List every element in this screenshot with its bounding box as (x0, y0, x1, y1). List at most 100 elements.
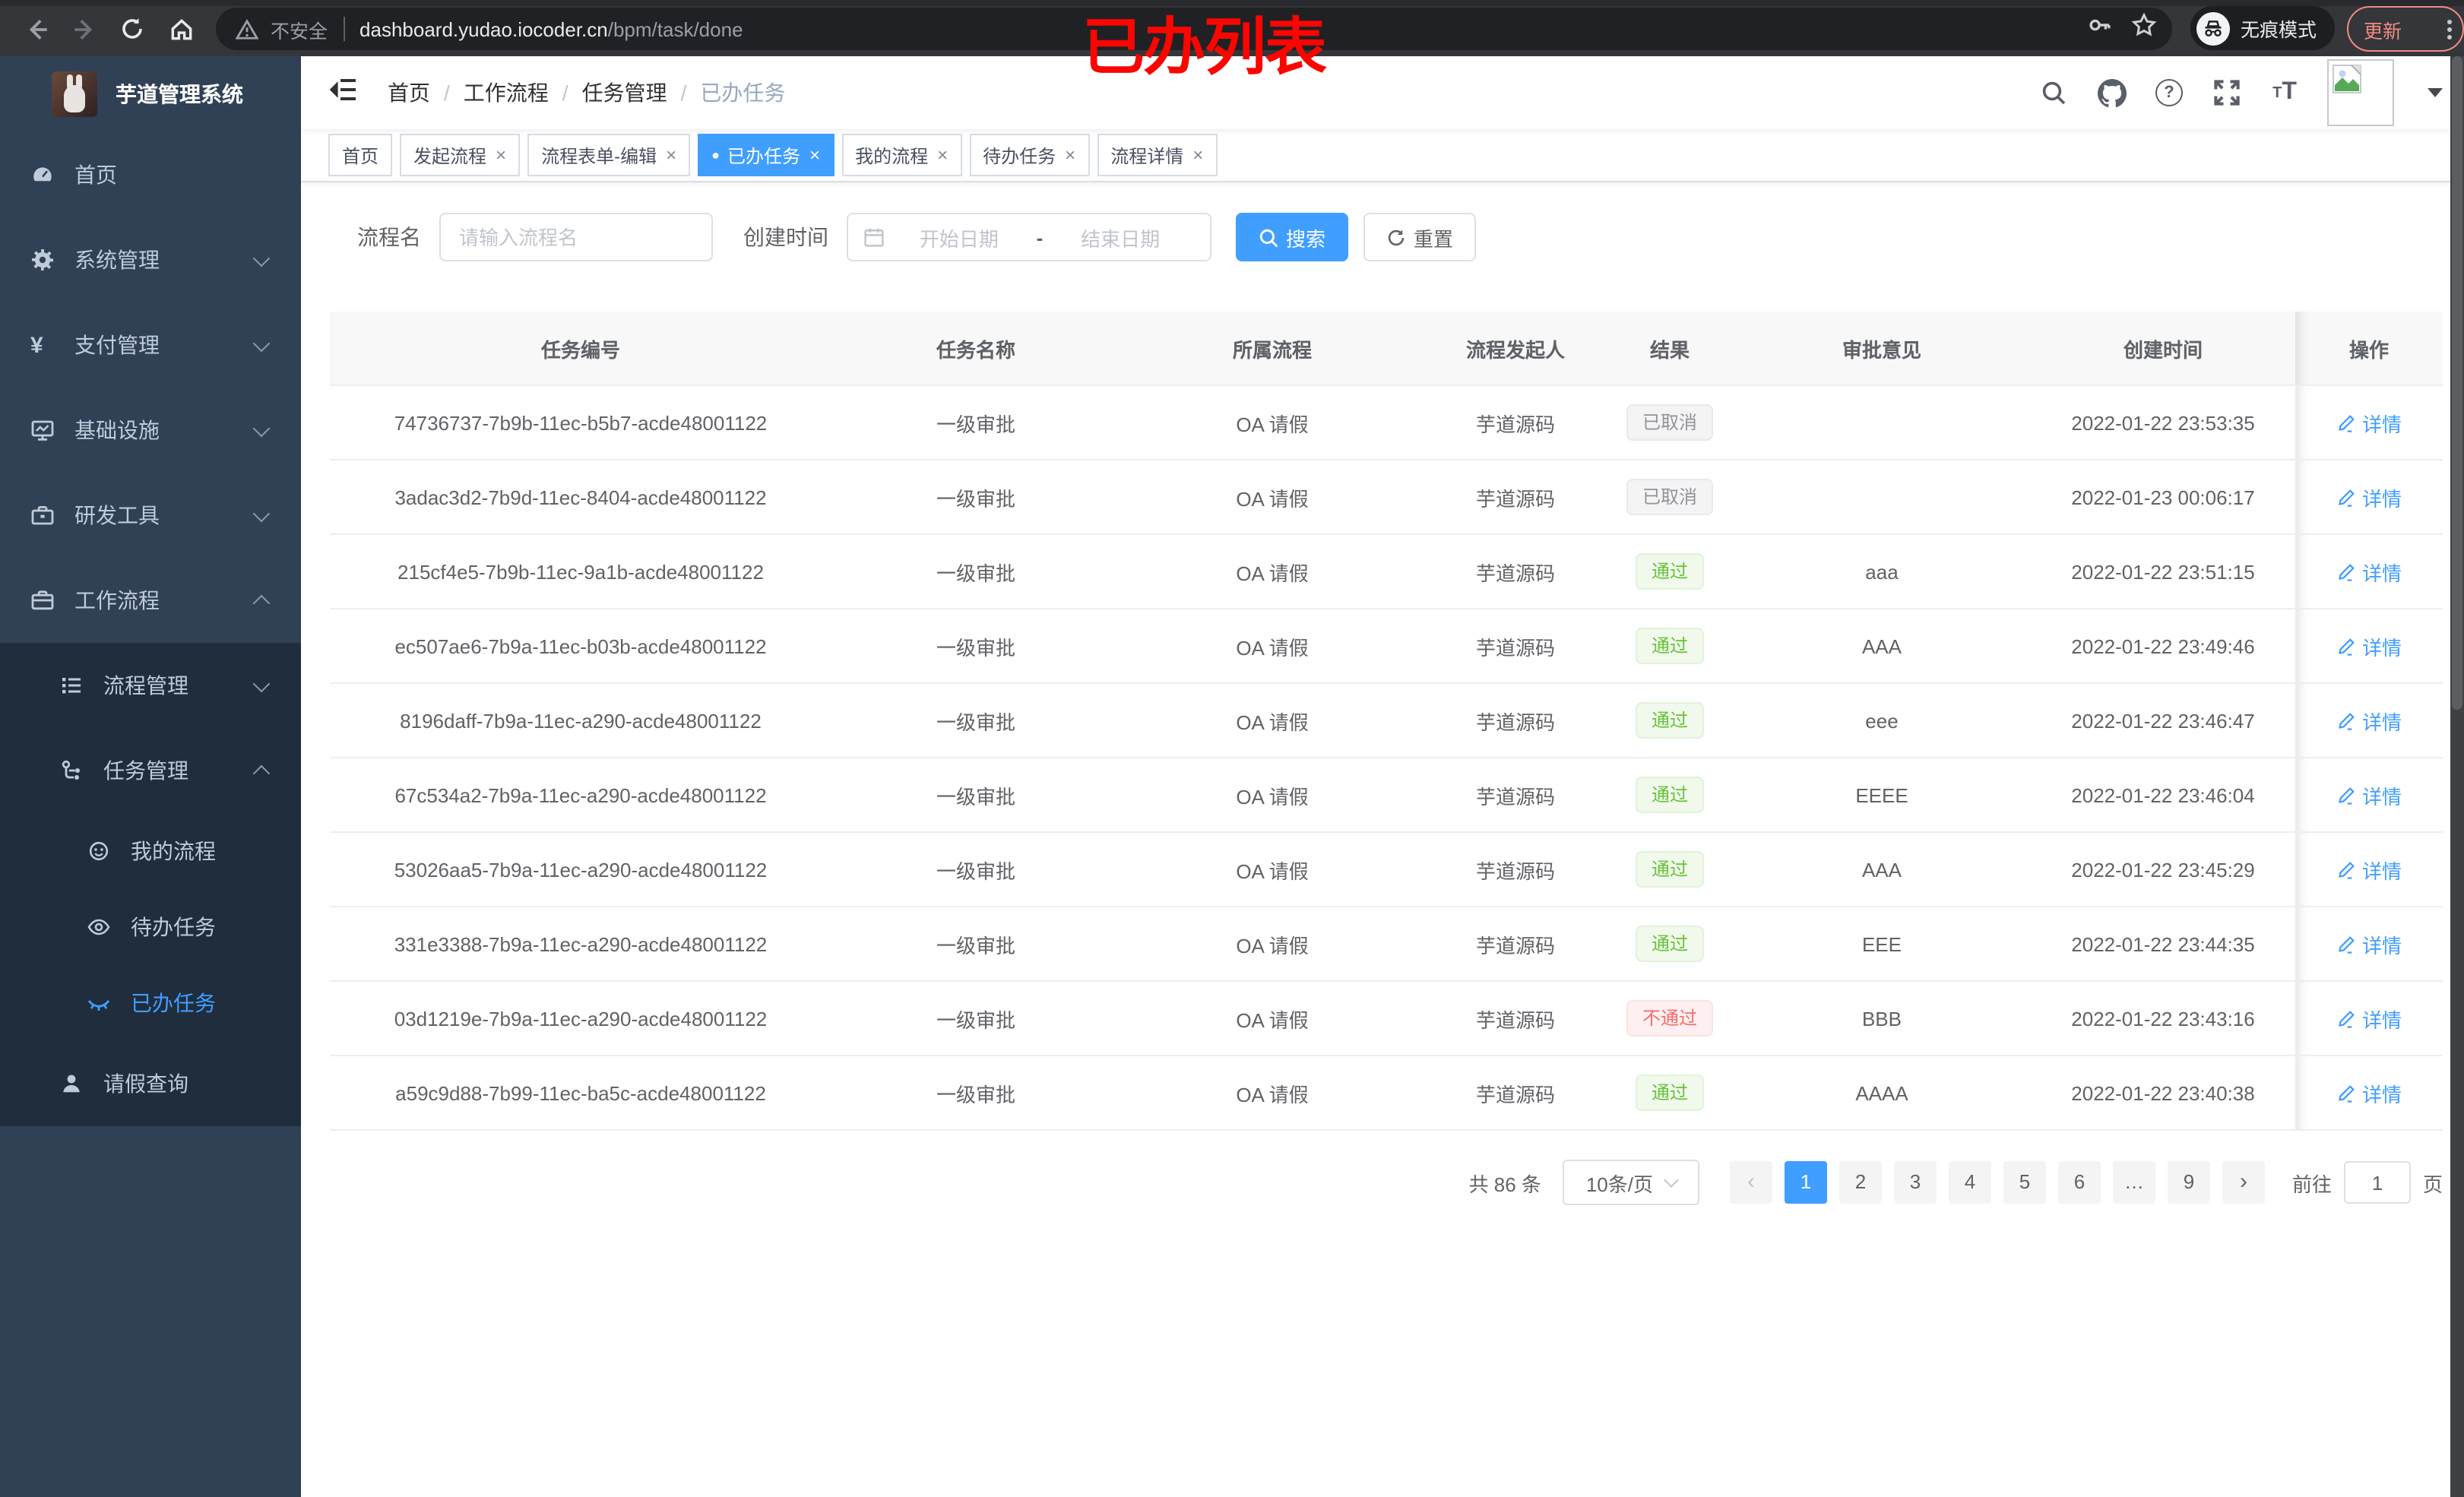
cell-process: OA 请假 (1120, 758, 1424, 833)
list-tree-icon (62, 678, 81, 694)
sidebar-item-system[interactable]: 系统管理 (0, 217, 301, 302)
sidebar-item-todo-tasks[interactable]: 待办任务 (0, 889, 301, 965)
close-icon[interactable]: × (1065, 144, 1075, 166)
view-tab[interactable]: 待办任务 × (969, 134, 1090, 176)
sidebar-item-workflow[interactable]: 工作流程 (0, 558, 301, 643)
browser-reload-icon[interactable] (117, 14, 147, 44)
scrollbar-thumb[interactable] (2452, 56, 2462, 710)
app-logo-row[interactable]: 芋道管理系统 (0, 56, 301, 132)
reset-button[interactable]: 重置 (1363, 213, 1477, 261)
edit-pen-icon (2339, 638, 2355, 655)
cell-opinion (1733, 385, 2031, 460)
sidebar-item-task-management[interactable]: 任务管理 (0, 728, 301, 813)
app-logo-avatar (52, 71, 97, 117)
browser-forward-icon[interactable] (68, 14, 99, 44)
next-page-button[interactable]: › (2222, 1161, 2265, 1204)
cell-task-name: 一级审批 (831, 609, 1120, 684)
view-tab[interactable]: 发起流程 × (400, 134, 521, 176)
view-tab[interactable]: ● 已办任务 × (698, 134, 835, 176)
cell-task-name: 一级审批 (831, 832, 1120, 907)
sidebar-item-my-processes[interactable]: 我的流程 (0, 813, 301, 889)
bookmark-star-icon[interactable] (2131, 12, 2157, 46)
detail-link[interactable]: 详情 (2336, 483, 2402, 511)
close-icon[interactable]: × (666, 144, 676, 166)
detail-link[interactable]: 详情 (2336, 855, 2402, 884)
detail-link[interactable]: 详情 (2336, 557, 2402, 586)
font-size-icon[interactable]: TT (2269, 78, 2300, 108)
search-button[interactable]: 搜索 (1236, 213, 1349, 261)
close-icon[interactable]: × (496, 144, 506, 166)
detail-link[interactable]: 详情 (2336, 929, 2402, 958)
edit-pen-icon (2339, 489, 2355, 506)
goto-page-input[interactable] (2343, 1161, 2411, 1204)
detail-link[interactable]: 详情 (2336, 1004, 2402, 1033)
sidebar-item-infrastructure[interactable]: 基础设施 (0, 388, 301, 473)
result-badge: 通过 (1636, 926, 1703, 962)
view-tab[interactable]: 流程详情 × (1097, 134, 1218, 176)
view-tab[interactable]: 流程表单-编辑 × (527, 134, 691, 176)
security-label[interactable]: 不安全 (271, 14, 328, 43)
refresh-icon (1388, 229, 1405, 245)
sidebar-item-process-management[interactable]: 流程管理 (0, 643, 301, 728)
avatar-dropdown-caret-icon[interactable] (2428, 88, 2443, 97)
sidebar-item-devtools[interactable]: 研发工具 (0, 473, 301, 558)
browser-home-icon[interactable] (166, 14, 196, 44)
table-row: 67c534a2-7b9a-11ec-a290-acde48001122 一级审… (330, 758, 2443, 833)
page-button[interactable]: 3 (1893, 1161, 1937, 1204)
detail-link[interactable]: 详情 (2336, 1078, 2402, 1107)
chevron-down-icon (1663, 1173, 1678, 1188)
github-icon[interactable] (2096, 78, 2127, 108)
sidebar-item-done-tasks[interactable]: 已办任务 (0, 965, 301, 1041)
breadcrumb-workflow[interactable]: 工作流程 (464, 78, 549, 108)
cell-created: 2022-01-22 23:51:15 (2031, 534, 2295, 609)
page-button[interactable]: 9 (2167, 1161, 2210, 1204)
view-tab[interactable]: 我的流程 × (841, 134, 962, 176)
detail-link[interactable]: 详情 (2336, 408, 2402, 437)
browser-update-button[interactable]: 更新 (2347, 6, 2464, 52)
detail-link[interactable]: 详情 (2336, 706, 2402, 735)
search-icon (1259, 228, 1278, 247)
cell-opinion: AAAA (1733, 1055, 2031, 1131)
avatar[interactable] (2327, 59, 2394, 126)
cell-task-name: 一级审批 (831, 385, 1120, 460)
url-host[interactable]: dashboard.yudao.iocoder.cn (359, 17, 608, 40)
page-scrollbar[interactable] (2450, 56, 2464, 1497)
cell-initiator: 芋道源码 (1424, 832, 1607, 907)
breadcrumb-task-management[interactable]: 任务管理 (582, 78, 667, 108)
close-icon[interactable]: × (937, 144, 948, 166)
page-button[interactable]: 1 (1784, 1161, 1827, 1204)
page-button[interactable]: 6 (2057, 1161, 2101, 1204)
fullscreen-icon[interactable] (2212, 78, 2242, 108)
prev-page-button[interactable]: ‹ (1729, 1161, 1772, 1204)
view-tab[interactable]: 首页 (328, 134, 393, 176)
red-annotation: 已办列表 (1082, 12, 1327, 82)
close-icon[interactable]: × (809, 144, 820, 166)
page-button[interactable]: 5 (2003, 1161, 2046, 1204)
date-range-picker[interactable]: 开始日期 - 结束日期 (847, 213, 1211, 261)
result-badge: 通过 (1636, 1074, 1703, 1111)
close-icon[interactable]: × (1192, 144, 1203, 166)
end-date-placeholder: 结束日期 (1081, 227, 1161, 250)
breadcrumb-home[interactable]: 首页 (388, 78, 430, 108)
password-key-icon[interactable] (2087, 12, 2113, 46)
cell-initiator: 芋道源码 (1424, 758, 1607, 833)
sidebar-item-home[interactable]: 首页 (0, 132, 301, 217)
help-icon[interactable]: ? (2154, 78, 2184, 108)
sidebar-fold-icon[interactable] (324, 71, 363, 115)
page-button[interactable]: 2 (1838, 1161, 1882, 1204)
process-name-input[interactable] (439, 213, 713, 261)
browser-back-icon[interactable] (21, 14, 52, 44)
page-button[interactable]: 4 (1948, 1161, 1991, 1204)
search-icon[interactable] (2038, 78, 2069, 108)
browser-menu-icon[interactable] (2447, 19, 2452, 39)
sidebar-item-payment[interactable]: ¥ 支付管理 (0, 302, 301, 388)
page-size-select[interactable]: 10条/页 (1562, 1160, 1699, 1205)
page-button[interactable]: … (2112, 1161, 2155, 1204)
detail-link[interactable]: 详情 (2336, 631, 2402, 660)
cell-initiator: 芋道源码 (1424, 460, 1607, 535)
detail-link[interactable]: 详情 (2336, 780, 2402, 809)
page-content: 流程名 创建时间 开始日期 - 结束日期 搜索 重置 (301, 182, 2464, 1205)
cell-task-id: 215cf4e5-7b9b-11ec-9a1b-acde48001122 (330, 534, 831, 609)
sidebar-item-leave-query[interactable]: 请假查询 (0, 1041, 301, 1126)
url-path[interactable]: /bpm/task/done (608, 17, 743, 40)
